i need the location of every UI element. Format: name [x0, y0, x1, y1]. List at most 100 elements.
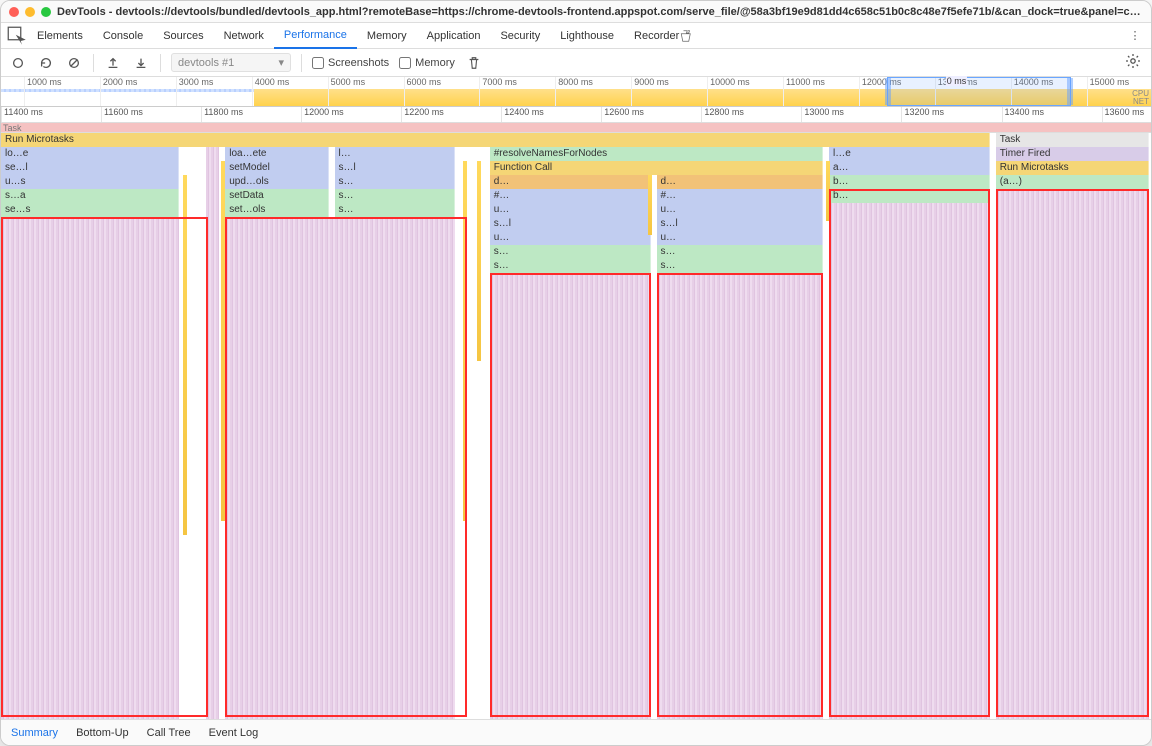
overview-tick: 6000 ms [404, 77, 442, 106]
net-label: NET [1133, 97, 1149, 106]
zoom-icon[interactable] [41, 7, 51, 17]
flame-frame[interactable]: s… [490, 259, 651, 273]
overview-tick: 5000 ms [328, 77, 366, 106]
flame-frame[interactable]: upd…ols [225, 175, 329, 189]
trash-icon[interactable] [465, 54, 483, 72]
inspect-icon[interactable] [7, 26, 27, 46]
flame-frame[interactable]: s…l [335, 161, 456, 175]
btab-call-tree[interactable]: Call Tree [147, 727, 191, 739]
flame-frame[interactable]: set…ols [225, 203, 329, 217]
flame-frame[interactable]: s…l [490, 217, 651, 231]
flame-frame[interactable]: d… [657, 175, 824, 189]
flame-frame[interactable]: s… [335, 203, 456, 217]
memory-checkbox[interactable]: Memory [399, 57, 455, 69]
flame-frame[interactable]: b… [829, 189, 990, 203]
overview-handle-left[interactable] [885, 78, 891, 105]
flame-frame[interactable]: s… [335, 175, 456, 189]
flame-frame[interactable]: s… [657, 259, 824, 273]
ruler-tick: 12600 ms [601, 107, 644, 122]
tab-sources[interactable]: Sources [153, 23, 213, 49]
flame-resolve-names[interactable]: #resolveNamesForNodes [490, 147, 824, 161]
screenshots-checkbox[interactable]: Screenshots [312, 57, 389, 69]
titlebar: DevTools - devtools://devtools/bundled/d… [1, 1, 1151, 23]
flame-frame[interactable]: #… [490, 189, 651, 203]
kebab-icon[interactable]: ⋮ [1125, 29, 1145, 42]
flame-frame[interactable]: s… [657, 245, 824, 259]
flame-task[interactable]: Task [996, 133, 1149, 147]
overview-handle-right[interactable] [1067, 78, 1073, 105]
overview-window[interactable]: 0 ms [887, 77, 1071, 106]
flame-frame[interactable]: setModel [225, 161, 329, 175]
time-ruler[interactable]: 11400 ms11600 ms11800 ms12000 ms12200 ms… [1, 107, 1151, 123]
flame-timer-fired[interactable]: Timer Fired [996, 147, 1149, 161]
flame-frame[interactable]: s… [335, 189, 456, 203]
btab-event-log[interactable]: Event Log [209, 727, 259, 739]
record-button[interactable] [9, 54, 27, 72]
flame-frame[interactable]: l… [335, 147, 456, 161]
flame-frame[interactable]: se…l [1, 161, 179, 175]
btab-bottom-up[interactable]: Bottom-Up [76, 727, 129, 739]
flame-frame[interactable]: u…s [1, 175, 179, 189]
overview-timeline[interactable]: 1000 ms2000 ms3000 ms4000 ms5000 ms6000 … [1, 77, 1151, 107]
flame-frame[interactable]: lo…e [1, 147, 179, 161]
overview-tick: 11000 ms [783, 77, 825, 106]
tab-security[interactable]: Security [490, 23, 550, 49]
overview-tick: 4000 ms [252, 77, 290, 106]
flame-frame[interactable]: u… [657, 203, 824, 217]
tab-console[interactable]: Console [93, 23, 153, 49]
minimize-icon[interactable] [25, 7, 35, 17]
flame-frame[interactable]: s… [490, 245, 651, 259]
window-controls [9, 7, 51, 17]
perf-toolbar: devtools #1▾ Screenshots Memory [1, 49, 1151, 77]
flame-frame[interactable]: setData [225, 189, 329, 203]
flame-frame[interactable]: s…l [657, 217, 824, 231]
flame-run-microtasks[interactable]: Run Microtasks [1, 133, 990, 147]
tab-network[interactable]: Network [214, 23, 274, 49]
panel-tabs: Elements Console Sources Network Perform… [1, 23, 1151, 49]
flame-frame[interactable]: d… [490, 175, 651, 189]
tab-recorder[interactable]: Recorder [624, 23, 701, 49]
upload-button[interactable] [104, 54, 122, 72]
ruler-tick: 12400 ms [501, 107, 544, 122]
session-select[interactable]: devtools #1▾ [171, 53, 291, 72]
clear-button[interactable] [65, 54, 83, 72]
ruler-tick: 13000 ms [801, 107, 844, 122]
task-track-label: Task [3, 123, 22, 133]
flame-chart[interactable]: Run Microtasks Task Timer Fired Run Micr… [1, 133, 1151, 719]
close-icon[interactable] [9, 7, 19, 17]
overview-tick: 1000 ms [24, 77, 62, 106]
window-title: DevTools - devtools://devtools/bundled/d… [57, 6, 1143, 18]
flame-frame[interactable]: a… [829, 161, 990, 175]
ruler-tick: 12800 ms [701, 107, 744, 122]
tab-memory[interactable]: Memory [357, 23, 417, 49]
overview-tick: 9000 ms [631, 77, 669, 106]
gear-icon[interactable] [1123, 53, 1143, 72]
overview-tick: 15000 ms [1087, 77, 1130, 106]
ruler-tick: 13400 ms [1002, 107, 1045, 122]
flame-frame[interactable]: loa…ete [225, 147, 329, 161]
tab-performance[interactable]: Performance [274, 23, 357, 49]
details-tabs: Summary Bottom-Up Call Tree Event Log [1, 719, 1151, 745]
overview-tick: 10000 ms [707, 77, 750, 106]
flame-function-call[interactable]: Function Call [490, 161, 824, 175]
flame-frame[interactable]: #… [657, 189, 824, 203]
download-button[interactable] [132, 54, 150, 72]
ruler-tick: 13600 ms [1102, 107, 1145, 122]
flame-frame[interactable]: s…a [1, 189, 179, 203]
flame-frame[interactable]: (a…) [996, 175, 1149, 189]
btab-summary[interactable]: Summary [11, 727, 58, 739]
overview-tick: 2000 ms [100, 77, 138, 106]
flame-frame[interactable]: l…e [829, 147, 990, 161]
flame-frame[interactable]: u… [657, 231, 824, 245]
ruler-tick: 12200 ms [401, 107, 444, 122]
flame-frame[interactable]: b… [829, 175, 990, 189]
chevron-down-icon: ▾ [278, 56, 284, 69]
flame-frame[interactable]: u… [490, 203, 651, 217]
flame-frame[interactable]: se…s [1, 203, 179, 217]
tab-application[interactable]: Application [417, 23, 491, 49]
tab-lighthouse[interactable]: Lighthouse [550, 23, 624, 49]
tab-elements[interactable]: Elements [27, 23, 93, 49]
reload-record-button[interactable] [37, 54, 55, 72]
flame-run-microtasks-2[interactable]: Run Microtasks [996, 161, 1149, 175]
flame-frame[interactable]: u… [490, 231, 651, 245]
